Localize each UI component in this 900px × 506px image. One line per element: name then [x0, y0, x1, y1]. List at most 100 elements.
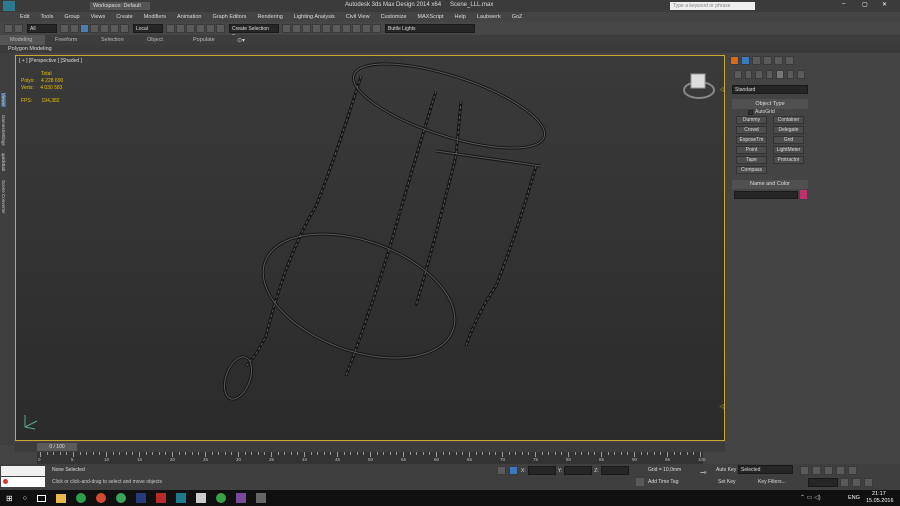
schematic-button[interactable] [332, 24, 341, 33]
media-icon[interactable] [235, 493, 246, 503]
prev-frame-icon[interactable] [812, 466, 821, 475]
align-button[interactable] [292, 24, 301, 33]
object-type-delegate-button[interactable]: Delegate [773, 126, 804, 134]
object-type-container-button[interactable]: Container [773, 116, 804, 124]
green-app-icon[interactable] [115, 493, 126, 503]
object-type-point-button[interactable]: Point [736, 146, 767, 154]
time-slider[interactable]: 0 / 100 [37, 443, 77, 451]
object-type-tape-button[interactable]: Tape [736, 156, 767, 164]
redo-button[interactable] [14, 24, 23, 33]
motion-tab-icon[interactable] [763, 56, 772, 65]
viewcube-icon[interactable] [681, 68, 721, 104]
cameras-icon[interactable] [765, 70, 774, 79]
clock-date[interactable]: 15.05.2016 [866, 498, 894, 504]
key-mode-dropdown[interactable]: Selected [738, 465, 793, 474]
name-color-rollout[interactable]: Name and Color [732, 180, 808, 189]
ribbon-tab-populate[interactable]: Populate [183, 35, 229, 45]
menu-item-civil-view[interactable]: Civil View [346, 14, 370, 20]
ribbon-tab-modeling[interactable]: Modeling [0, 35, 45, 45]
systems-icon[interactable] [797, 70, 806, 79]
menu-item-rendering[interactable]: Rendering [257, 14, 282, 20]
reference-coord[interactable]: Local [133, 24, 163, 33]
object-type-lightmeter-button[interactable]: LightMeter [773, 146, 804, 154]
current-frame-field[interactable] [808, 478, 838, 487]
minimize-button[interactable]: – [842, 1, 845, 7]
add-time-tag[interactable]: Add Time Tag [648, 479, 678, 485]
utilities-tab-icon[interactable] [785, 56, 794, 65]
menu-item-graph-editors[interactable]: Graph Editors [213, 14, 247, 20]
select-button[interactable] [60, 24, 69, 33]
maxscript-listener[interactable] [1, 466, 45, 476]
app-icon[interactable] [3, 1, 15, 11]
mirror-button[interactable] [282, 24, 291, 33]
ribbon-options-icon[interactable]: ⊙▾ [237, 37, 245, 44]
menu-item-edit[interactable]: Edit [20, 14, 29, 20]
key-filters-button[interactable]: Key Filters... [758, 479, 786, 485]
menu-item-customize[interactable]: Customize [381, 14, 407, 20]
snap-button[interactable] [186, 24, 195, 33]
language-indicator[interactable]: ENG [848, 495, 860, 501]
left-tab-2[interactable]: quickBalt [1, 153, 6, 171]
viewport-maximize-icon[interactable]: ◁ [719, 86, 724, 93]
go-end-icon[interactable] [848, 466, 857, 475]
photoshop-icon[interactable] [135, 493, 146, 503]
y-coordinate-field[interactable] [564, 466, 593, 475]
object-type-grid-button[interactable]: Grid [773, 136, 804, 144]
menu-item-views[interactable]: Views [91, 14, 106, 20]
3dsmax-icon[interactable] [175, 493, 186, 503]
opera-icon[interactable] [95, 493, 106, 503]
time-tag-icon[interactable] [636, 478, 644, 486]
manipulate-button[interactable] [176, 24, 185, 33]
modify-tab-icon[interactable] [741, 56, 750, 65]
maxscript-input[interactable] [1, 477, 45, 487]
menu-item-maxscript[interactable]: MAXScript [418, 14, 444, 20]
move-button[interactable] [100, 24, 109, 33]
clock-time[interactable]: 21:17 [872, 491, 886, 497]
geometry-icon[interactable] [734, 70, 742, 79]
maximize-button[interactable]: ▢ [862, 1, 868, 8]
object-type-exposetm-button[interactable]: ExposeTm [736, 136, 767, 144]
photos-icon[interactable] [255, 493, 266, 503]
workspace-dropdown[interactable]: Workspace: Default [90, 2, 150, 10]
rotate-button[interactable] [110, 24, 119, 33]
x-coordinate-field[interactable] [527, 466, 556, 475]
perspective-viewport[interactable]: [ + ] [Perspective ] [Shaded ] Total Pol… [15, 55, 725, 441]
time-slider-track[interactable]: 0 / 100 [15, 442, 725, 452]
ribbon-tab-freeform[interactable]: Freeform [45, 35, 91, 45]
spacewarps-icon[interactable] [786, 70, 795, 79]
chrome-icon[interactable] [75, 493, 86, 503]
search-taskbar-icon[interactable]: ○ [23, 495, 27, 502]
scale-button[interactable] [120, 24, 129, 33]
menu-item-lighting-analysis[interactable]: Lighting Analysis [294, 14, 335, 20]
object-type-rollout[interactable]: Object Type [732, 99, 808, 109]
tray-icons[interactable]: ⌃ ▭ ◁) [800, 494, 821, 501]
curve-editor-button[interactable] [322, 24, 331, 33]
hierarchy-tab-icon[interactable] [752, 56, 761, 65]
rect-select-button[interactable] [80, 24, 89, 33]
ribbon-subtab[interactable]: Polygon Modeling [0, 45, 900, 53]
notepad-icon[interactable] [195, 493, 206, 503]
selection-set[interactable]: Create Selection Se [229, 24, 279, 40]
left-tab-1[interactable]: GamesSettings [1, 115, 6, 146]
object-type-compass-button[interactable]: Compass [736, 166, 767, 174]
ribbon-tab-object-paint[interactable]: Object Paint [137, 35, 183, 53]
percent-snap-button[interactable] [206, 24, 215, 33]
object-name-field[interactable] [734, 191, 798, 199]
object-color-swatch[interactable] [800, 190, 807, 199]
pivot-button[interactable] [166, 24, 175, 33]
ribbon-tab-selection[interactable]: Selection [91, 35, 137, 45]
key-icon[interactable]: ⊸ [700, 468, 707, 477]
start-icon[interactable]: ⊞ [6, 494, 13, 503]
explorer-icon[interactable] [55, 493, 66, 503]
select-by-name-button[interactable] [70, 24, 79, 33]
absolute-mode-icon[interactable] [509, 466, 518, 475]
category-dropdown[interactable]: Standard [732, 85, 808, 94]
orbit-icon[interactable] [852, 478, 861, 487]
named-selection[interactable]: Buttle Lights [385, 24, 475, 33]
angle-snap-button[interactable] [196, 24, 205, 33]
go-start-icon[interactable] [800, 466, 809, 475]
left-tab-3[interactable]: Scene Converter [1, 180, 6, 214]
auto-key-button[interactable]: Auto Key [716, 467, 736, 473]
selection-filter[interactable]: All [27, 24, 57, 33]
zoom-icon[interactable] [840, 478, 849, 487]
